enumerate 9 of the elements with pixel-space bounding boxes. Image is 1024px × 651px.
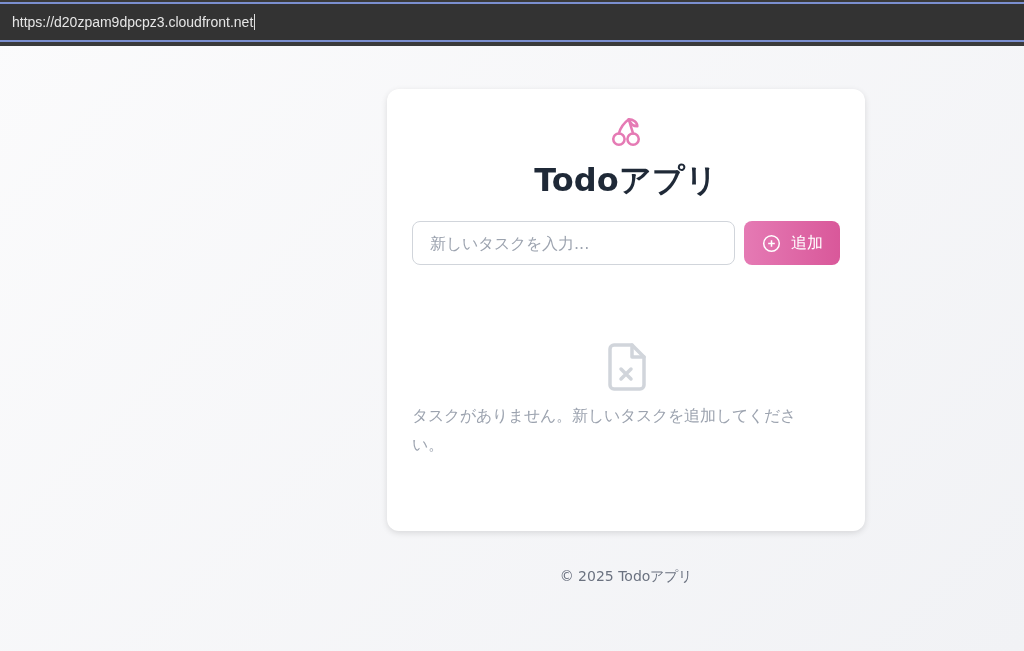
plus-circle-icon	[761, 233, 781, 253]
cherry-icon	[609, 115, 643, 149]
address-bar[interactable]: https://d20zpam9dpcpz3.cloudfront.net	[0, 2, 1024, 42]
task-input-field[interactable]: 新しいタスクを入力...	[412, 221, 735, 266]
app-title: Todoアプリ	[534, 161, 718, 200]
url-text: https://d20zpam9dpcpz3.cloudfront.net	[12, 14, 256, 30]
empty-message: タスクがありません。新しいタスクを追加してください。	[412, 405, 797, 457]
footer-text: © 2025 Todoアプリ	[559, 568, 693, 586]
file-x-icon	[606, 343, 646, 392]
